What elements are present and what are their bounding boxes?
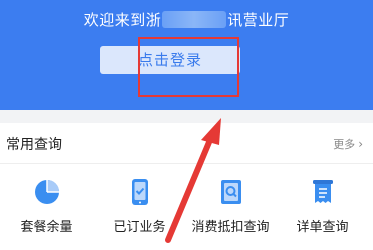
common-query-card: 常用查询 更多 › 套餐余量 已订业务 消费抵扣查询 详单查询 (0, 123, 373, 250)
redacted-region (162, 11, 227, 28)
search-document-icon (217, 178, 245, 206)
chevron-right-icon: › (358, 137, 363, 151)
section-header: 常用查询 更多 › (0, 123, 373, 164)
section-title: 常用查询 (6, 137, 62, 153)
pie-chart-icon (33, 178, 61, 206)
annotation-highlight-box (138, 37, 239, 97)
query-item-detailed-bill[interactable]: 详单查询 (276, 178, 369, 235)
phone-check-icon (126, 178, 154, 206)
more-link[interactable]: 更多 › (333, 136, 363, 152)
more-label: 更多 (333, 138, 356, 151)
welcome-suffix: 讯营业厅 (227, 11, 290, 29)
query-item-label: 详单查询 (296, 220, 349, 235)
query-item-label: 套餐余量 (20, 220, 73, 235)
query-item-label: 消费抵扣查询 (191, 220, 270, 235)
welcome-text: 欢迎来到浙 讯营业厅 (0, 9, 373, 30)
welcome-prefix: 欢迎来到浙 (83, 11, 162, 29)
query-item-label: 已订业务 (113, 220, 166, 235)
query-item-consumption-deduction[interactable]: 消费抵扣查询 (184, 178, 277, 235)
query-item-subscribed-services[interactable]: 已订业务 (93, 178, 186, 235)
query-item-package-balance[interactable]: 套餐余量 (0, 178, 93, 235)
receipt-icon (309, 178, 337, 206)
